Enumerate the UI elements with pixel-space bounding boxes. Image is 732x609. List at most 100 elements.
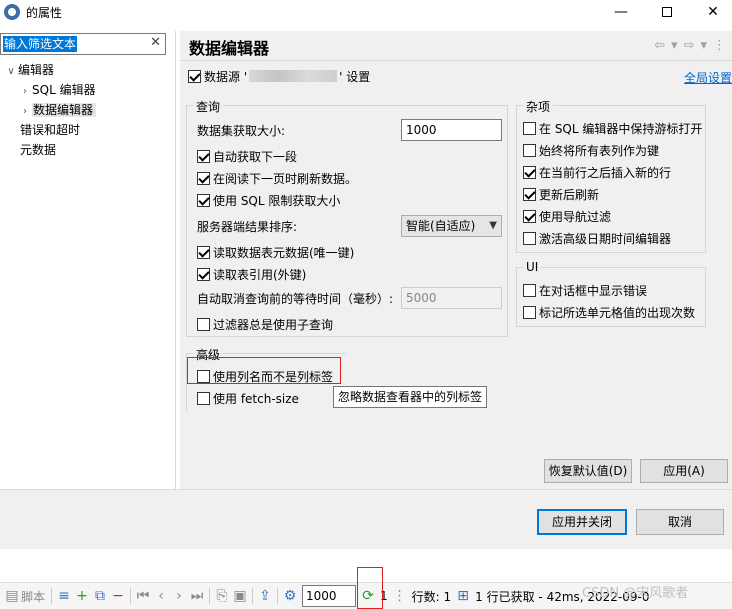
forward-icon[interactable]: ⇨ [684,38,695,53]
more-options-icon[interactable]: ⋮ [391,588,409,604]
option-label: 激活高级日期时间编辑器 [539,231,672,246]
edit-rows-icon[interactable]: ≡ [55,588,73,604]
tree-item-editors[interactable]: ∨ 编辑器 [4,60,54,80]
nav-filter-option[interactable]: 使用导航过滤 [523,207,611,225]
minimize-button[interactable]: — [598,0,644,24]
expand-arrow-icon[interactable]: › [18,82,32,102]
insert-after-current-option[interactable]: 在当前行之后插入新的行 [523,163,671,181]
checkbox[interactable] [523,283,536,297]
script-icon: ▤ [5,588,19,604]
query-group-label: 查询 [193,98,224,115]
expand-arrow-icon[interactable]: › [18,102,32,122]
link-icon[interactable]: ⎘ [213,588,231,604]
all-columns-keys-option[interactable]: 始终将所有表列作为键 [523,141,659,159]
checkbox[interactable] [523,121,536,135]
checkbox[interactable] [523,143,536,157]
option-label: 使用 SQL 限制获取大小 [213,193,341,208]
fetch-size-label: 数据集获取大小: [197,123,286,138]
filter-subquery-option[interactable]: 过滤器总是使用子查询 [197,315,333,333]
misc-group-label: 杂项 [523,98,554,115]
chevron-down-icon: ▼ [489,220,497,231]
use-sql-limit-option[interactable]: 使用 SQL 限制获取大小 [197,191,340,209]
restore-defaults-button[interactable]: 恢复默认值(D) [544,459,632,483]
checkbox[interactable] [197,245,210,259]
auto-fetch-next-option[interactable]: 自动获取下一段 [197,147,297,165]
show-errors-option[interactable]: 在对话框中显示错误 [523,281,647,299]
global-settings-link[interactable]: 全局设置 [684,69,732,86]
first-page-icon[interactable]: ⏮ [134,588,152,604]
watermark: CSDN @宋风歌者 [582,586,689,601]
option-label: 在对话框中显示错误 [539,283,648,298]
checkbox[interactable] [523,187,536,201]
back-icon[interactable]: ⇦ [654,38,665,53]
option-label: 读取表引用(外键) [213,267,307,282]
last-page-icon[interactable]: ⏭ [188,588,206,604]
checkbox[interactable] [197,317,210,331]
cancel-button[interactable]: 取消 [636,509,724,535]
export-icon[interactable]: ⇪ [256,588,274,604]
script-label: 脚本 [21,589,46,604]
pin-icon[interactable]: ⊞ [454,588,472,604]
panel-icon[interactable]: ▣ [231,588,249,604]
dialog-footer: 应用并关闭 取消 [0,489,732,549]
option-label: 在 SQL 编辑器中保持游标打开 [539,121,703,136]
apply-button[interactable]: 应用(A) [640,459,728,483]
close-button[interactable]: ✕ [690,0,732,24]
mark-occurrences-option[interactable]: 标记所选单元格值的出现次数 [523,303,695,321]
maximize-button[interactable] [644,0,690,24]
expand-arrow-icon[interactable]: ∨ [4,62,18,82]
checkbox[interactable] [197,193,210,207]
checkbox[interactable] [197,391,210,405]
settings-gear-icon[interactable]: ⚙ [281,588,299,604]
read-metadata-option[interactable]: 读取数据表元数据(唯一键) [197,243,354,261]
option-label: 更新后刷新 [539,187,600,202]
fetch-size-toolbar-input[interactable]: 1000 [302,585,357,607]
tree-item-data-editor[interactable]: › 数据编辑器 [18,100,97,122]
highlight-box [187,357,341,384]
read-references-option[interactable]: 读取表引用(外键) [197,265,306,283]
delete-row-icon[interactable]: − [109,588,127,604]
next-page-icon[interactable]: › [170,588,188,604]
checkbox[interactable] [197,267,210,281]
ui-group-label: UI [523,260,542,274]
filter-input[interactable]: 输入筛选文本 [3,36,78,52]
checkbox[interactable] [197,149,210,163]
toolbar-highlight-box [357,567,383,609]
tree-item-label: SQL 编辑器 [32,83,96,97]
filter-box[interactable]: 输入筛选文本 ✕ [0,33,166,55]
more-icon[interactable]: ⋮ [713,38,726,53]
checkbox[interactable] [523,209,536,223]
fetch-size-field[interactable]: 1000 [299,585,359,607]
checkbox[interactable] [197,171,210,185]
back-menu-icon[interactable]: ▾ [671,38,678,53]
datasource-prefix: 数据源 ' [204,69,248,84]
clear-filter-icon[interactable]: ✕ [150,35,161,50]
advanced-datetime-option[interactable]: 激活高级日期时间编辑器 [523,229,671,247]
page-title: 数据编辑器 [189,39,270,58]
forward-menu-icon[interactable]: ▾ [700,38,707,53]
datasource-suffix: ' 设置 [339,69,371,84]
auto-cancel-input[interactable]: 5000 [401,287,502,309]
fetch-size-input[interactable]: 1000 [401,119,502,141]
tree-item-label: 错误和超时 [20,123,81,137]
tree-item-errors-timeouts[interactable]: 错误和超时 [20,120,80,140]
checkbox[interactable] [523,231,536,245]
datasource-row[interactable]: 数据源 ' ' 设置 [188,67,370,85]
prev-page-icon[interactable]: ‹ [152,588,170,604]
tree-item-sql-editor[interactable]: › SQL 编辑器 [18,80,96,100]
tree-item-metadata[interactable]: 元数据 [20,140,56,160]
add-row-icon[interactable]: + [73,588,91,604]
apply-and-close-button[interactable]: 应用并关闭 [537,509,627,535]
tooltip: 忽略数据查看器中的列标签 [333,386,488,408]
copy-row-icon[interactable]: ⧉ [91,588,109,604]
checkbox[interactable] [523,305,536,319]
server-sort-select[interactable]: 智能(自适应) ▼ [401,215,502,237]
refresh-on-next-option[interactable]: 在阅读下一页时刷新数据。 [197,169,357,187]
script-button[interactable]: ▤ 脚本 [0,585,48,607]
checkbox[interactable] [523,165,536,179]
refresh-after-update-option[interactable]: 更新后刷新 [523,185,599,203]
keep-cursor-option[interactable]: 在 SQL 编辑器中保持游标打开 [523,119,702,137]
use-fetch-size-option[interactable]: 使用 fetch-size [197,389,299,407]
tree-item-label: 元数据 [20,143,57,157]
datasource-checkbox[interactable] [188,69,201,83]
